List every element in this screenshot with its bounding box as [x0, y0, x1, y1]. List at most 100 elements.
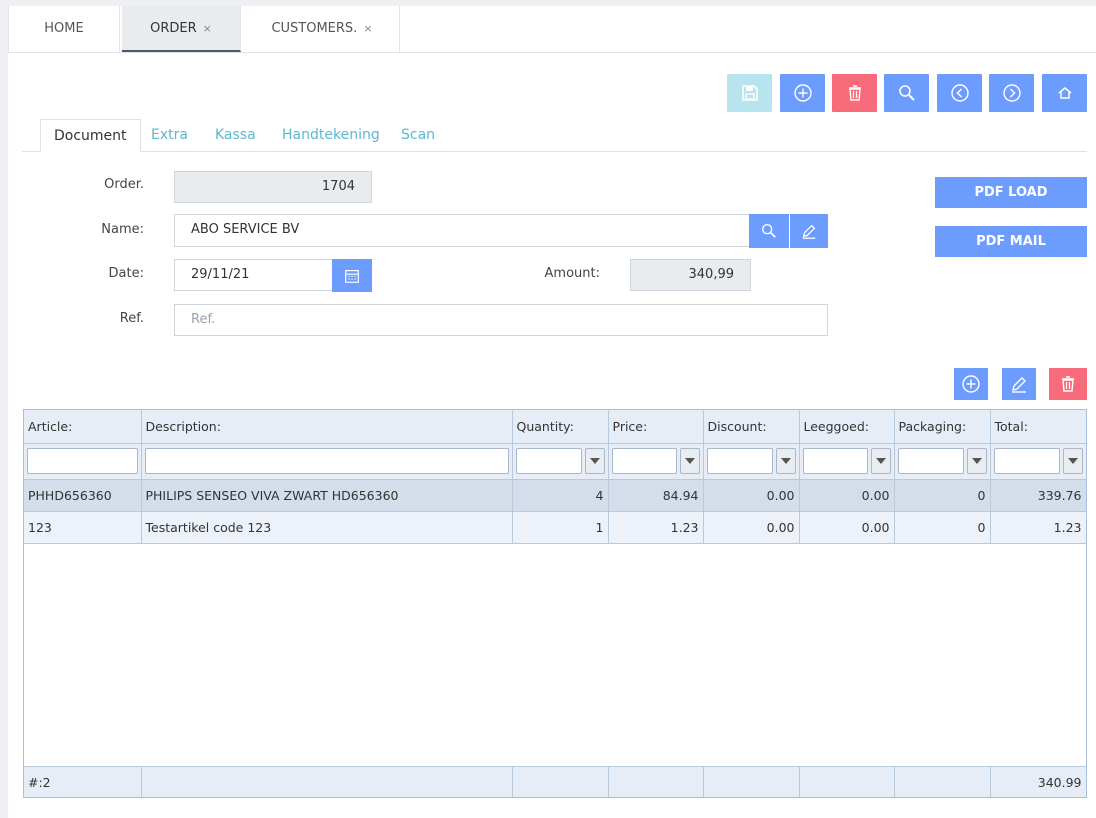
tab-document[interactable]: Document: [40, 119, 141, 152]
name-field[interactable]: ABO SERVICE BV: [174, 214, 750, 247]
search-button[interactable]: [884, 74, 929, 112]
grid-header-row: Article: Description: Quantity: Price: D…: [24, 410, 1086, 444]
column-header-price[interactable]: Price:: [608, 410, 704, 444]
app-tab-bar: HOME ORDER × CUSTOMERS. ×: [8, 6, 1096, 53]
filter-description-input[interactable]: [144, 448, 509, 474]
cell-discount: 0.00: [703, 511, 800, 544]
grid-filter-row: [24, 443, 1086, 480]
amount-label: Amount:: [544, 266, 600, 281]
cell-description: Testartikel code 123: [141, 511, 513, 544]
add-button[interactable]: [780, 74, 825, 112]
pdf-load-button[interactable]: PDF LOAD: [935, 177, 1087, 208]
caret-down-icon: [780, 458, 791, 464]
cell-article: PHHD656360: [24, 479, 142, 512]
add-line-button[interactable]: [954, 368, 988, 400]
pencil-icon: [802, 224, 816, 239]
footer-cell: [894, 767, 991, 797]
filter-cell: [894, 443, 991, 480]
cell-quantity: 4: [512, 479, 609, 512]
filter-leeggoed-dropdown[interactable]: [870, 448, 891, 474]
search-icon: [762, 224, 776, 238]
date-field[interactable]: 29/11/21: [174, 259, 333, 291]
tab-kassa[interactable]: Kassa: [215, 119, 256, 152]
table-row[interactable]: PHHD656360 PHILIPS SENSEO VIVA ZWART HD6…: [24, 479, 1086, 512]
name-search-button[interactable]: [749, 214, 789, 248]
app-tab-home[interactable]: HOME: [8, 6, 120, 52]
plus-circle-icon: [793, 84, 812, 102]
filter-packaging-dropdown[interactable]: [966, 448, 987, 474]
cell-leeggoed: 0.00: [799, 511, 895, 544]
cell-quantity: 1: [512, 511, 609, 544]
cell-total: 339.76: [990, 479, 1086, 512]
plus-circle-icon: [962, 375, 980, 393]
delete-line-button[interactable]: [1049, 368, 1087, 400]
tab-scan[interactable]: Scan: [401, 119, 435, 152]
filter-discount-input[interactable]: [706, 448, 773, 474]
next-button[interactable]: [989, 74, 1034, 112]
save-button[interactable]: [727, 74, 772, 112]
footer-cell: [141, 767, 513, 797]
filter-price-input[interactable]: [611, 448, 677, 474]
filter-quantity-dropdown[interactable]: [584, 448, 605, 474]
date-label: Date:: [108, 266, 144, 281]
caret-down-icon: [1067, 458, 1078, 464]
home-icon: [1058, 87, 1071, 99]
grid-table: Article: Description: Quantity: Price: D…: [24, 410, 1086, 544]
date-picker-button[interactable]: [332, 259, 372, 292]
cell-price: 1.23: [608, 511, 704, 544]
column-header-quantity[interactable]: Quantity:: [512, 410, 609, 444]
previous-button[interactable]: [937, 74, 982, 112]
filter-cell: [608, 443, 704, 480]
cell-total: 1.23: [990, 511, 1086, 544]
search-icon: [898, 85, 915, 101]
cell-discount: 0.00: [703, 479, 800, 512]
column-header-packaging[interactable]: Packaging:: [894, 410, 991, 444]
column-header-leeggoed[interactable]: Leeggoed:: [799, 410, 895, 444]
footer-row-count: #:2: [24, 767, 142, 797]
name-edit-button[interactable]: [789, 214, 828, 248]
save-icon: [741, 85, 758, 101]
delete-button[interactable]: [832, 74, 877, 112]
footer-total: 340.99: [990, 767, 1086, 797]
footer-cell: [703, 767, 800, 797]
filter-price-dropdown[interactable]: [679, 448, 700, 474]
footer-cell: [512, 767, 609, 797]
tab-extra[interactable]: Extra: [151, 119, 188, 152]
filter-cell: [24, 443, 142, 480]
column-header-discount[interactable]: Discount:: [703, 410, 800, 444]
filter-cell: [141, 443, 513, 480]
cell-article: 123: [24, 511, 142, 544]
app-tab-order[interactable]: ORDER ×: [122, 6, 241, 52]
close-icon[interactable]: ×: [363, 22, 372, 35]
filter-cell: [990, 443, 1086, 480]
filter-total-input[interactable]: [993, 448, 1060, 474]
edit-line-button[interactable]: [1002, 368, 1036, 400]
grid-footer: #:2 340.99: [24, 766, 1086, 797]
cell-packaging: 0: [894, 511, 991, 544]
name-label: Name:: [101, 222, 144, 237]
close-icon[interactable]: ×: [203, 22, 212, 35]
column-header-total[interactable]: Total:: [990, 410, 1086, 444]
filter-discount-dropdown[interactable]: [775, 448, 796, 474]
ref-input[interactable]: Ref.: [174, 304, 828, 336]
filter-total-dropdown[interactable]: [1062, 448, 1083, 474]
cell-description: PHILIPS SENSEO VIVA ZWART HD656360: [141, 479, 513, 512]
table-row[interactable]: 123 Testartikel code 123 1 1.23 0.00 0.0…: [24, 511, 1086, 544]
pdf-mail-button[interactable]: PDF MAIL: [935, 226, 1087, 257]
home-button[interactable]: [1042, 74, 1087, 112]
app-tab-label: HOME: [44, 21, 84, 36]
order-label: Order.: [104, 177, 144, 192]
caret-down-icon: [875, 458, 886, 464]
tab-handtekening[interactable]: Handtekening: [282, 119, 380, 152]
filter-quantity-input[interactable]: [515, 448, 582, 474]
column-header-description[interactable]: Description:: [141, 410, 513, 444]
app-tab-customers[interactable]: CUSTOMERS. ×: [245, 6, 400, 52]
filter-leeggoed-input[interactable]: [802, 448, 868, 474]
filter-article-input[interactable]: [27, 448, 138, 474]
document-tab-bar: Document Extra Kassa Handtekening Scan: [22, 119, 1087, 152]
filter-packaging-input[interactable]: [897, 448, 964, 474]
calendar-icon: [345, 269, 359, 283]
column-header-article[interactable]: Article:: [24, 410, 142, 444]
filter-cell: [512, 443, 609, 480]
order-lines-grid: Article: Description: Quantity: Price: D…: [23, 409, 1087, 798]
